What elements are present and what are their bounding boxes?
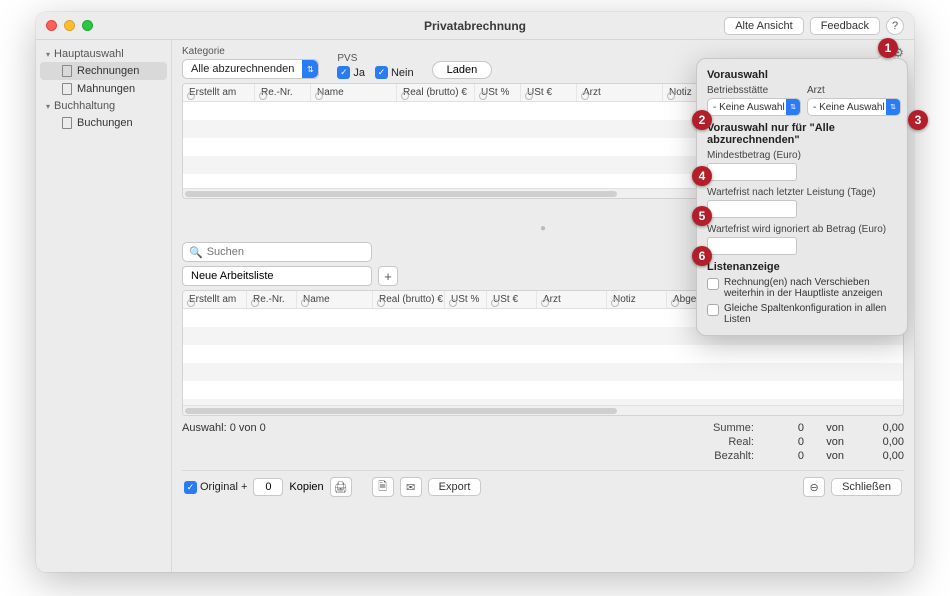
chevron-updown-icon: ⇅ (302, 60, 318, 78)
col-renr[interactable]: Re.-Nr. (255, 84, 311, 101)
pvs-label: PVS (337, 53, 413, 64)
schliessen-button[interactable]: Schließen (831, 478, 902, 496)
pvs-ja-checkbox[interactable]: ✓Ja (337, 66, 365, 79)
annotation-marker-5: 5 (692, 206, 712, 226)
chevron-down-icon: ▾ (46, 50, 50, 59)
popover-heading-vorauswahl: Vorauswahl (707, 69, 897, 81)
help-button[interactable]: ? (886, 17, 904, 35)
minus-icon: ⊖ (809, 481, 818, 494)
check-icon: ✓ (184, 481, 197, 494)
pvs-nein-checkbox[interactable]: ✓Nein (375, 66, 414, 79)
selection-status-2: Auswahl: 0 von 0 (182, 422, 266, 462)
chevron-down-icon: ▾ (46, 102, 50, 111)
add-worklist-button[interactable]: + (378, 266, 398, 286)
settings-popover: Vorauswahl Betriebsstätte - Keine Auswah… (696, 58, 908, 336)
col-name[interactable]: Name (311, 84, 397, 101)
sidebar-group-buchhaltung[interactable]: ▾Buchhaltung (36, 98, 171, 114)
annotation-marker-1: 1 (878, 38, 898, 58)
document-icon (62, 83, 72, 95)
totals-grid: Summe:0von0,00 Real:0von0,00 Bezahlt:0vo… (713, 422, 904, 462)
annotation-marker-6: 6 (692, 246, 712, 266)
wartefrist-tage-input[interactable] (707, 200, 797, 218)
col-arzt[interactable]: Arzt (577, 84, 663, 101)
sidebar-item-buchungen[interactable]: Buchungen (36, 114, 171, 132)
annotation-marker-2: 2 (692, 110, 712, 130)
betriebsstaette-select[interactable]: - Keine Auswahl -⇅ (707, 98, 801, 116)
alte-ansicht-button[interactable]: Alte Ansicht (724, 17, 803, 35)
window-controls (46, 20, 93, 31)
popover-heading-liste: Listenanzeige (707, 261, 897, 273)
mindestbetrag-input[interactable] (707, 163, 797, 181)
feedback-button[interactable]: Feedback (810, 17, 880, 35)
document-button[interactable]: 🗎 (372, 477, 394, 497)
check-icon: ✓ (337, 66, 350, 79)
minimize-icon[interactable] (64, 20, 75, 31)
sidebar-group-hauptauswahl[interactable]: ▾Hauptauswahl (36, 46, 171, 62)
printer-icon: 🖨 (334, 481, 348, 494)
kategorie-select[interactable]: Alle abzurechnenden⇅ (182, 59, 319, 79)
zoom-icon[interactable] (82, 20, 93, 31)
print-button[interactable]: 🖨 (330, 477, 352, 497)
close-icon[interactable] (46, 20, 57, 31)
kategorie-label: Kategorie (182, 46, 319, 57)
document-icon: 🗎 (378, 478, 387, 497)
sidebar: ▾Hauptauswahl Rechnungen Mahnungen ▾Buch… (36, 40, 172, 572)
h-scrollbar[interactable] (183, 405, 903, 415)
footer-bar: ✓Original + Kopien 🖨 🗎 ✉ Export ⊖ Schlie… (182, 470, 904, 499)
annotation-marker-4: 4 (692, 166, 712, 186)
original-checkbox[interactable]: ✓Original + (184, 481, 247, 494)
sidebar-item-rechnungen[interactable]: Rechnungen (40, 62, 167, 80)
col-real[interactable]: Real (brutto) € (397, 84, 475, 101)
col-uste[interactable]: USt € (521, 84, 577, 101)
check-icon: ✓ (375, 66, 388, 79)
export-button[interactable]: Export (428, 478, 482, 496)
chk-weiterhin-anzeigen[interactable]: Rechnung(en) nach Verschieben weiterhin … (707, 277, 897, 299)
minus-button[interactable]: ⊖ (803, 477, 825, 497)
app-window: Privatabrechnung Alte Ansicht Feedback ?… (36, 12, 914, 572)
mail-button[interactable]: ✉ (400, 477, 422, 497)
document-icon (62, 117, 72, 129)
arzt-select[interactable]: - Keine Auswahl -⇅ (807, 98, 901, 116)
chevron-updown-icon: ⇅ (786, 99, 800, 115)
annotation-marker-3: 3 (908, 110, 928, 130)
titlebar: Privatabrechnung Alte Ansicht Feedback ? (36, 12, 914, 40)
wartefrist-betrag-input[interactable] (707, 237, 797, 255)
search-icon: 🔍 (189, 246, 203, 259)
col-erstellt[interactable]: Erstellt am (183, 84, 255, 101)
popover-heading-nur: Vorauswahl nur für "Alle abzurechnenden" (707, 122, 897, 146)
search-input[interactable]: 🔍 (182, 242, 372, 262)
col-ustp[interactable]: USt % (475, 84, 521, 101)
chk-gleiche-spalten[interactable]: Gleiche Spaltenkonfiguration in allen Li… (707, 303, 897, 325)
sidebar-item-mahnungen[interactable]: Mahnungen (36, 80, 171, 98)
worklist-name[interactable]: Neue Arbeitsliste (182, 266, 372, 286)
laden-button[interactable]: Laden (432, 61, 493, 79)
chevron-updown-icon: ⇅ (886, 99, 900, 115)
mail-icon: ✉ (406, 481, 415, 494)
document-icon (62, 65, 72, 77)
kopien-input[interactable] (253, 478, 283, 496)
